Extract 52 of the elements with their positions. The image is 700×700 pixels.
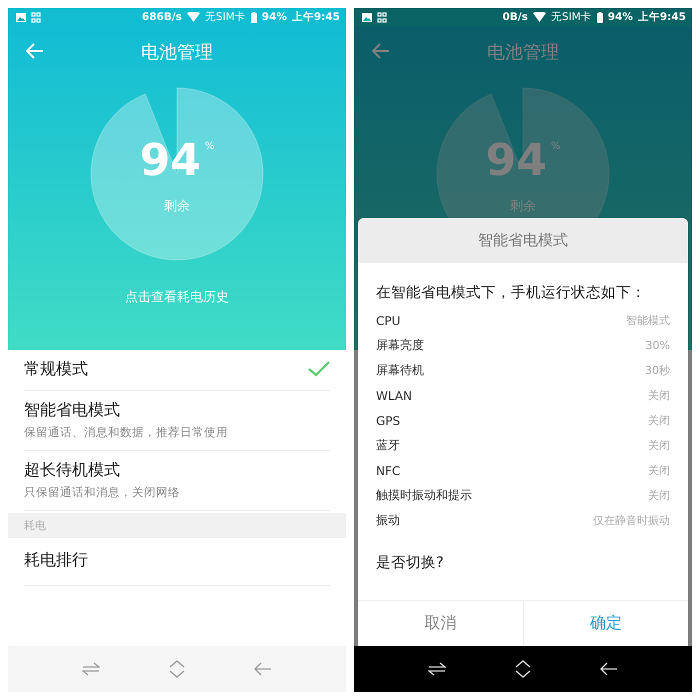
battery-level: 94% — [608, 11, 633, 23]
page-title: 电池管理 — [487, 41, 559, 64]
setting-name: GPS — [376, 414, 400, 428]
dialog-intro: 在智能省电模式下，手机运行状态如下： — [376, 284, 647, 302]
setting-value: 30秒 — [645, 363, 670, 378]
grid-icon — [31, 12, 41, 22]
battery-icon — [250, 12, 257, 22]
page-title: 电池管理 — [141, 41, 213, 64]
mode-option[interactable]: 超长待机模式 只保留通话和消息，关闭网络 — [24, 451, 330, 511]
battery-percentage: 94 — [140, 139, 201, 183]
grid-icon — [377, 12, 387, 22]
list-item[interactable]: 耗电排行 — [24, 538, 330, 586]
percent-sign: % — [550, 141, 560, 152]
clock: 上午9:45 — [638, 10, 686, 24]
network-speed: 0B/s — [502, 11, 528, 23]
mode-option[interactable]: 常规模式 — [24, 350, 330, 391]
carrier-label: 无SIM卡 — [550, 10, 592, 24]
dialog-title: 智能省电模式 — [478, 231, 568, 250]
image-icon — [362, 12, 372, 22]
setting-value: 关闭 — [648, 438, 670, 453]
setting-value: 关闭 — [648, 488, 670, 503]
remaining-label: 剩余 — [164, 198, 190, 215]
setting-value: 智能模式 — [626, 313, 670, 328]
setting-name: 屏幕亮度 — [376, 337, 424, 354]
setting-value: 关闭 — [648, 388, 670, 403]
setting-name: 蓝牙 — [376, 437, 400, 454]
image-icon — [16, 12, 26, 22]
battery-level: 94% — [262, 11, 287, 23]
carrier-label: 无SIM卡 — [204, 10, 246, 24]
setting-value: 关闭 — [648, 413, 670, 428]
remaining-label: 剩余 — [510, 198, 536, 215]
battery-icon — [596, 12, 603, 22]
setting-name: NFC — [376, 464, 400, 478]
wifi-icon — [186, 12, 200, 22]
section-header: 耗电 — [8, 513, 346, 538]
setting-name: 振动 — [376, 512, 400, 529]
clock: 上午9:45 — [292, 10, 340, 24]
setting-name: WLAN — [376, 388, 412, 402]
dialog-question: 是否切换? — [376, 554, 445, 572]
setting-name: 触摸时振动和提示 — [376, 487, 472, 504]
setting-name: CPU — [376, 314, 400, 328]
setting-value: 30% — [646, 339, 670, 352]
checkmark-icon — [308, 361, 330, 377]
percent-sign: % — [204, 141, 214, 152]
wifi-icon — [532, 12, 546, 22]
network-speed: 686B/s — [142, 11, 182, 23]
battery-percentage: 94 — [486, 139, 547, 183]
setting-name: 屏幕待机 — [376, 362, 424, 379]
setting-value: 关闭 — [648, 463, 670, 478]
setting-value: 仅在静音时振动 — [593, 513, 670, 528]
switch-arrows-icon[interactable] — [82, 662, 100, 676]
mode-option[interactable]: 智能省电模式 保留通话、消息和数据，推荐日常使用 — [24, 391, 330, 451]
